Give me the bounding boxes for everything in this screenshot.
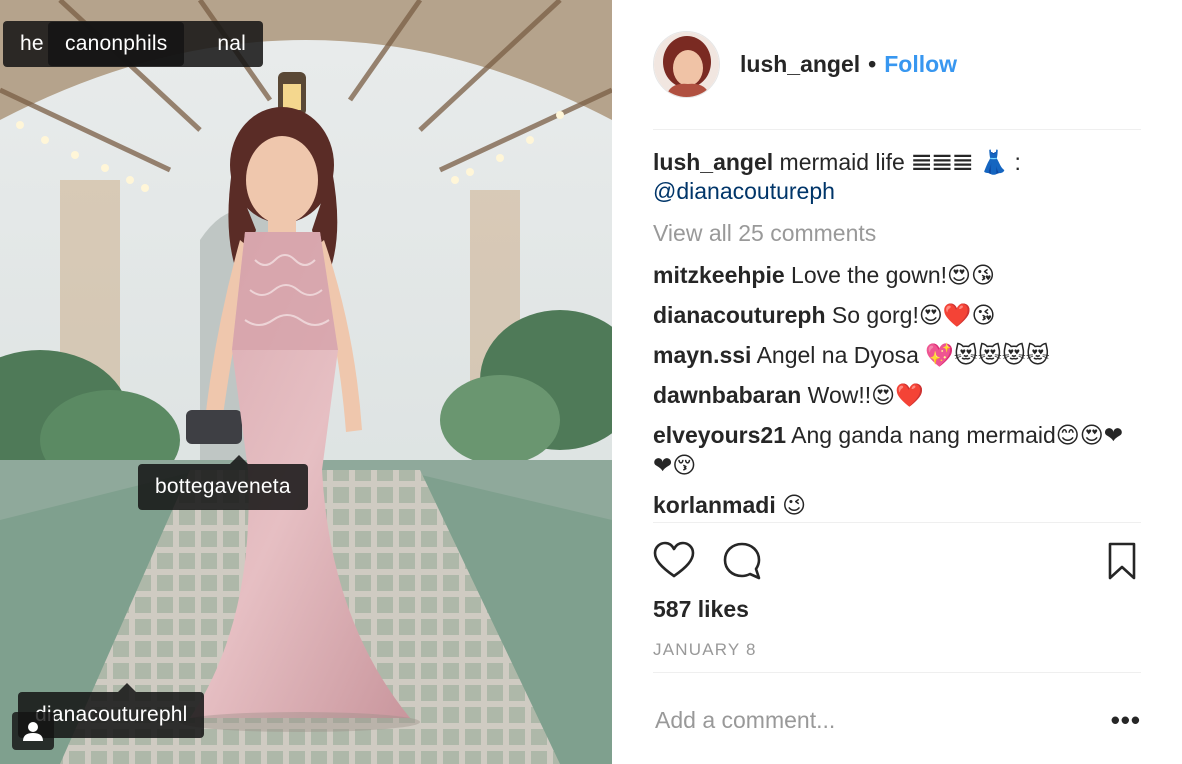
post-date: JANUARY 8 bbox=[653, 640, 757, 659]
bookmark-icon[interactable] bbox=[1101, 540, 1143, 582]
comment-text: So gorg!😍❤️😘 bbox=[831, 302, 996, 328]
likes-count[interactable]: 587 likes bbox=[653, 596, 749, 623]
caption-text: mermaid life 𝌆𝌆𝌆 👗 : bbox=[779, 149, 1021, 175]
caption-mention[interactable]: @dianacoutureph bbox=[653, 178, 835, 204]
divider bbox=[653, 522, 1141, 523]
photo-tag-label: bottegaveneta bbox=[155, 475, 291, 498]
tag-pointer bbox=[230, 455, 248, 464]
divider bbox=[653, 129, 1141, 130]
post-photo[interactable]: he nal canonphils bottegaveneta dianacou… bbox=[0, 0, 612, 764]
comment-username[interactable]: korlanmadi bbox=[653, 492, 776, 518]
photo-tag-bottegaveneta[interactable]: bottegaveneta bbox=[138, 464, 308, 510]
post-header: lush_angel • Follow bbox=[653, 30, 1141, 98]
comment-username[interactable]: dawnbabaran bbox=[653, 382, 801, 408]
photo-tag-label: he bbox=[20, 32, 44, 55]
comment-item: dawnbabaran Wow!!😍❤️ bbox=[653, 380, 1141, 410]
comment-item: dianacoutureph So gorg!😍❤️😘 bbox=[653, 300, 1141, 330]
tag-pointer bbox=[118, 683, 136, 692]
divider bbox=[653, 672, 1141, 673]
comment-username[interactable]: dianacoutureph bbox=[653, 302, 826, 328]
avatar-image bbox=[654, 31, 719, 97]
comment-username[interactable]: mayn.ssi bbox=[653, 342, 751, 368]
photo-tag-label: nal bbox=[217, 32, 246, 55]
comment-username[interactable]: mitzkeehpie bbox=[653, 262, 785, 288]
post-actions bbox=[653, 540, 1141, 584]
add-comment-input[interactable] bbox=[655, 700, 1085, 740]
comment-text: Angel na Dyosa 💖😻😻😻😻 bbox=[756, 342, 1050, 368]
comment-username[interactable]: elveyours21 bbox=[653, 422, 786, 448]
post-caption: lush_angel mermaid life 𝌆𝌆𝌆 👗 : @dianaco… bbox=[653, 148, 1141, 206]
photo-scene bbox=[0, 0, 612, 764]
photo-tag-canonphils[interactable]: canonphils bbox=[48, 22, 185, 66]
add-comment-row: ••• bbox=[653, 700, 1141, 740]
show-tags-button[interactable] bbox=[12, 712, 54, 750]
post-sidebar: lush_angel • Follow lush_angel mermaid l… bbox=[612, 0, 1182, 764]
comment-text: Wow!!😍❤️ bbox=[807, 382, 924, 408]
view-all-comments-link[interactable]: View all 25 comments bbox=[653, 218, 1141, 248]
comment-item: mayn.ssi Angel na Dyosa 💖😻😻😻😻 bbox=[653, 340, 1141, 370]
comment-icon[interactable] bbox=[721, 540, 763, 582]
owner-username[interactable]: lush_angel bbox=[740, 51, 860, 78]
comment-text: Love the gown!😍😘 bbox=[791, 262, 996, 288]
instagram-post-view: he nal canonphils bottegaveneta dianacou… bbox=[0, 0, 1182, 764]
comments-list[interactable]: lush_angel mermaid life 𝌆𝌆𝌆 👗 : @dianaco… bbox=[653, 148, 1141, 523]
follow-button[interactable]: Follow bbox=[884, 51, 957, 78]
heart-icon[interactable] bbox=[653, 540, 695, 582]
caption-username[interactable]: lush_angel bbox=[653, 149, 773, 175]
person-icon bbox=[23, 722, 43, 741]
comment-item: elveyours21 Ang ganda nang mermaid😊😍❤❤😚 bbox=[653, 420, 1123, 480]
comment-item: mitzkeehpie Love the gown!😍😘 bbox=[653, 260, 1141, 290]
photo-tag-label: dianacouturephl bbox=[35, 703, 188, 726]
photo-tag-label: canonphils bbox=[65, 32, 168, 55]
comment-item: korlanmadi 😉 bbox=[653, 490, 1141, 520]
header-separator: • bbox=[868, 50, 877, 77]
comment-text: 😉 bbox=[782, 492, 807, 518]
avatar[interactable] bbox=[653, 30, 720, 98]
more-options-button[interactable]: ••• bbox=[1111, 704, 1141, 736]
